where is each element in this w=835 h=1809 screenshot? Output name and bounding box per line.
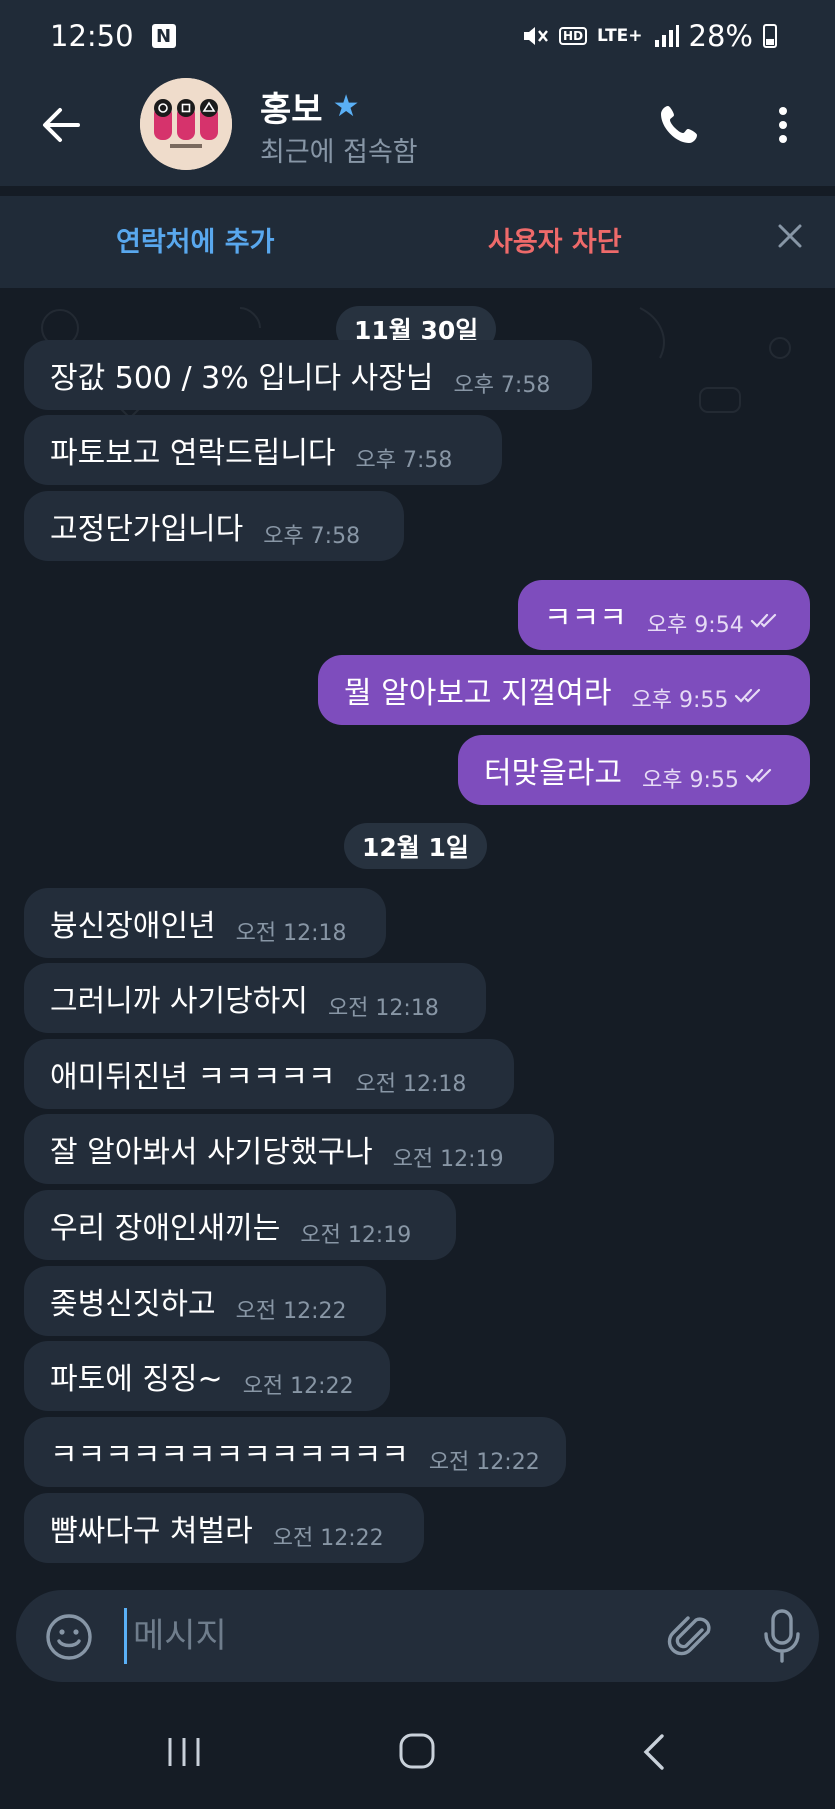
read-double-check-icon [745, 767, 779, 787]
message-outgoing[interactable]: ㅋㅋㅋ 오후 9:54 [518, 580, 810, 650]
close-icon[interactable] [774, 220, 806, 252]
message-text: 븅신장애인년 [50, 909, 216, 944]
paperclip-icon[interactable] [666, 1612, 716, 1662]
star-icon: ★ [332, 89, 360, 124]
message-text: 뭘 알아보고 지껄여라 [344, 676, 612, 711]
message-incoming[interactable]: 그러니까 사기당하지 오전 12:18 [24, 963, 486, 1033]
message-text: 장값 500 / 3% 입니다 사장님 [50, 361, 434, 396]
message-incoming[interactable]: 좆병신짓하고 오전 12:22 [24, 1266, 386, 1336]
home-icon[interactable] [398, 1732, 436, 1770]
message-time: 오후 7:58 [263, 524, 361, 549]
recent-apps-icon[interactable] [166, 1734, 202, 1770]
contact-name-text: 홍보 [260, 90, 323, 130]
message-time: 오후 7:58 [355, 448, 453, 473]
message-text: 뺨싸다구 쳐벌라 [50, 1514, 253, 1549]
message-incoming[interactable]: 파토에 징징~ 오전 12:22 [24, 1341, 390, 1411]
message-text: 애미뒤진년 ㅋㅋㅋㅋㅋ [50, 1060, 336, 1095]
chat-area[interactable]: 11월 30일 장값 500 / 3% 입니다 사장님 오후 7:58 파토보고… [0, 288, 835, 1588]
date-separator: 12월 1일 [344, 823, 487, 869]
microphone-icon[interactable] [762, 1608, 802, 1664]
message-input[interactable] [124, 1608, 544, 1664]
clock: 12:50 [50, 19, 134, 53]
status-bar: 12:50 N HD LTE+ 28% [0, 0, 835, 72]
message-text: ㅋㅋㅋㅋㅋㅋㅋㅋㅋㅋㅋㅋㅋ [50, 1438, 409, 1473]
message-text: 터맞을라고 [484, 756, 622, 791]
message-incoming[interactable]: ㅋㅋㅋㅋㅋㅋㅋㅋㅋㅋㅋㅋㅋ 오전 12:22 [24, 1417, 566, 1487]
notification-badge-icon: N [151, 24, 176, 48]
status-left: 12:50 N [50, 19, 176, 53]
message-time: 오전 12:18 [355, 1072, 467, 1097]
message-text: 파토에 징징~ [50, 1362, 223, 1397]
message-time: 오전 12:18 [327, 996, 439, 1021]
contact-status: 최근에 접속함 [260, 137, 418, 168]
mute-icon [521, 23, 549, 49]
message-incoming[interactable]: 애미뒤진년 ㅋㅋㅋㅋㅋ 오전 12:18 [24, 1039, 514, 1109]
message-outgoing[interactable]: 터맞을라고 오후 9:55 [458, 735, 810, 805]
message-time: 오전 12:18 [235, 921, 347, 946]
message-text: 우리 장애인새끼는 [50, 1211, 281, 1246]
message-time: 오전 12:22 [235, 1299, 347, 1324]
message-time: 오전 12:22 [428, 1450, 540, 1475]
message-text: 그러니까 사기당하지 [50, 984, 308, 1019]
message-incoming[interactable]: 븅신장애인년 오전 12:18 [24, 888, 386, 958]
battery-percent: 28% [688, 19, 753, 53]
lte-icon: LTE+ [597, 26, 643, 46]
message-incoming[interactable]: 잘 알아봐서 사기당했구나 오전 12:19 [24, 1114, 554, 1184]
read-double-check-icon [734, 687, 768, 707]
message-text: 고정단가입니다 [50, 512, 244, 547]
message-time: 오후 9:55 [642, 768, 739, 793]
chat-header: 홍보 ★ 최근에 접속함 [0, 72, 835, 186]
message-text: ㅋㅋㅋ [544, 601, 627, 636]
contact-action-bar: 연락처에 추가 사용자 차단 [0, 196, 835, 288]
message-time: 오전 12:22 [272, 1526, 384, 1551]
date-label: 12월 1일 [362, 833, 469, 862]
message-time: 오전 12:22 [242, 1374, 354, 1399]
message-incoming[interactable]: 뺨싸다구 쳐벌라 오전 12:22 [24, 1493, 424, 1563]
message-time: 오전 12:19 [300, 1223, 412, 1248]
message-outgoing[interactable]: 뭘 알아보고 지껄여라 오후 9:55 [318, 655, 810, 725]
message-text: 파토보고 연락드립니다 [50, 436, 336, 471]
message-text: 잘 알아봐서 사기당했구나 [50, 1135, 373, 1170]
message-incoming[interactable]: 고정단가입니다 오후 7:58 [24, 491, 404, 561]
message-text: 좆병신짓하고 [50, 1287, 216, 1322]
message-incoming[interactable]: 파토보고 연락드립니다 오후 7:58 [24, 415, 502, 485]
message-composer [16, 1590, 819, 1682]
status-right: HD LTE+ 28% [521, 19, 777, 53]
message-time: 오후 9:55 [631, 688, 729, 713]
block-user-button[interactable]: 사용자 차단 [488, 220, 622, 259]
message-incoming[interactable]: 장값 500 / 3% 입니다 사장님 오후 7:58 [24, 340, 592, 410]
read-double-check-icon [750, 612, 784, 632]
add-contact-button[interactable]: 연락처에 추가 [116, 220, 274, 259]
avatar[interactable] [140, 78, 232, 170]
message-time: 오후 7:58 [453, 373, 551, 398]
phone-icon[interactable] [656, 100, 704, 148]
nav-back-icon[interactable] [640, 1732, 668, 1772]
hd-voice-icon: HD [559, 27, 588, 45]
back-arrow-icon[interactable] [38, 102, 84, 148]
message-time: 오후 9:54 [646, 613, 744, 638]
message-time: 오전 12:19 [392, 1147, 504, 1172]
system-nav-bar [0, 1700, 835, 1809]
contact-name[interactable]: 홍보 ★ [260, 82, 359, 131]
message-incoming[interactable]: 우리 장애인새끼는 오전 12:19 [24, 1190, 456, 1260]
more-vertical-icon[interactable] [770, 102, 796, 148]
battery-icon [763, 24, 777, 48]
signal-icon [653, 23, 679, 49]
emoji-icon[interactable] [44, 1612, 94, 1662]
